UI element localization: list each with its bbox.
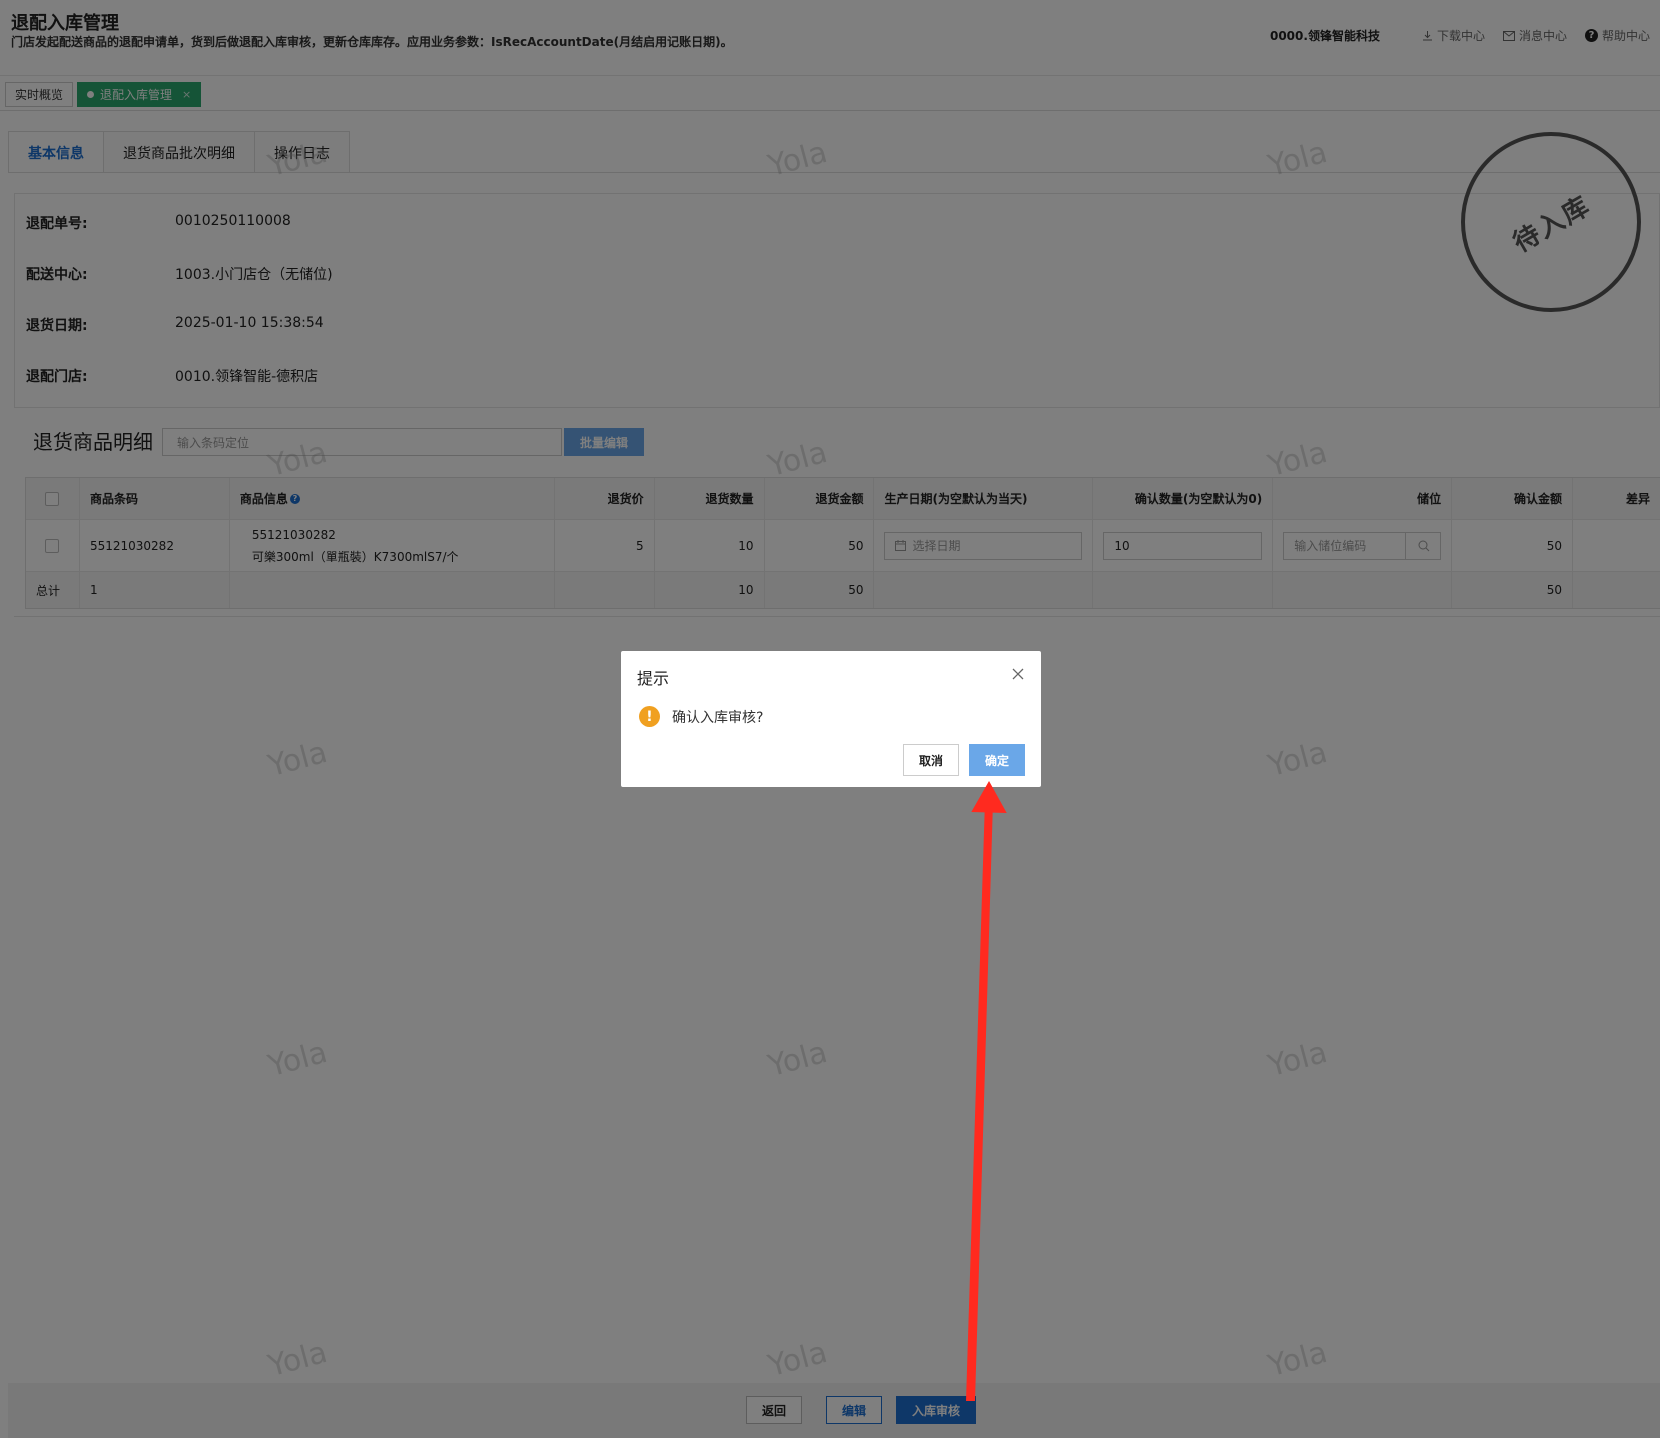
dialog-title: 提示 bbox=[637, 669, 670, 688]
warning-icon: ! bbox=[639, 706, 660, 727]
dialog-body: ! 确认入库审核? bbox=[639, 706, 763, 727]
cancel-button[interactable]: 取消 bbox=[903, 744, 959, 776]
confirm-dialog: 提示 ! 确认入库审核? 取消 确定 bbox=[621, 651, 1041, 787]
dialog-message: 确认入库审核? bbox=[672, 709, 764, 726]
confirm-button[interactable]: 确定 bbox=[969, 744, 1025, 776]
close-icon[interactable] bbox=[1011, 667, 1025, 681]
